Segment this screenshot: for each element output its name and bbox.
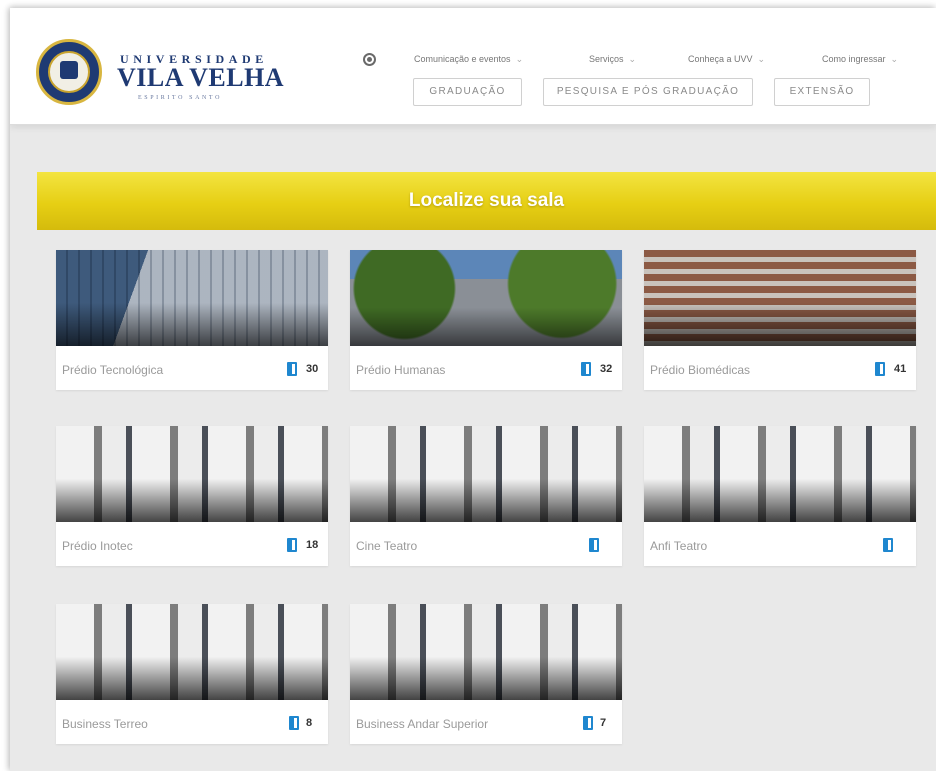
building-photo xyxy=(56,250,328,346)
building-card-biomedicas[interactable]: Prédio Biomédicas 41 xyxy=(644,250,916,390)
door-icon xyxy=(589,538,599,552)
building-name: Anfi Teatro xyxy=(650,539,708,553)
logo-main-text[interactable]: VILA VELHA xyxy=(117,63,284,93)
door-icon xyxy=(289,716,299,730)
building-card-cine-teatro[interactable]: Cine Teatro xyxy=(350,426,622,566)
building-photo xyxy=(644,426,916,522)
door-icon xyxy=(581,362,591,376)
room-count: 7 xyxy=(600,717,607,729)
building-name: Business Andar Superior xyxy=(356,717,489,731)
topnav-label: Comunicação e eventos xyxy=(414,54,511,64)
building-name: Business Terreo xyxy=(62,717,148,731)
door-icon xyxy=(583,716,593,730)
building-name: Prédio Tecnológica xyxy=(62,363,164,377)
building-photo xyxy=(350,250,622,346)
site-header: UNIVERSIDADE VILA VELHA ESPIRITO SANTO C… xyxy=(10,8,936,125)
building-name: Cine Teatro xyxy=(356,539,418,553)
building-card-humanas[interactable]: Prédio Humanas 32 xyxy=(350,250,622,390)
chevron-down-icon: ⌄ xyxy=(890,54,899,64)
home-icon[interactable] xyxy=(363,53,376,66)
chevron-down-icon: ⌄ xyxy=(628,54,637,64)
topnav-label: Como ingressar xyxy=(822,54,886,64)
door-icon xyxy=(875,362,885,376)
logo-sub-text: ESPIRITO SANTO xyxy=(138,95,223,101)
building-card-tecnologica[interactable]: Prédio Tecnológica 30 xyxy=(56,250,328,390)
building-photo xyxy=(56,426,328,522)
building-card-business-andar-superior[interactable]: Business Andar Superior 7 xyxy=(350,604,622,744)
door-icon xyxy=(287,538,297,552)
topnav-ingressar[interactable]: Como ingressar ⌄ xyxy=(822,54,898,65)
door-icon xyxy=(883,538,893,552)
room-count: 18 xyxy=(306,539,319,551)
building-card-anfi-teatro[interactable]: Anfi Teatro xyxy=(644,426,916,566)
room-count: 32 xyxy=(600,363,613,375)
topnav-label: Conheça a UVV xyxy=(688,54,753,64)
topnav-label: Serviços xyxy=(589,54,624,64)
building-photo xyxy=(56,604,328,700)
topnav-servicos[interactable]: Serviços ⌄ xyxy=(589,54,636,65)
building-card-business-terreo[interactable]: Business Terreo 8 xyxy=(56,604,328,744)
seal-inner xyxy=(48,51,90,93)
extensao-button[interactable]: EXTENSÃO xyxy=(774,78,870,106)
room-count: 30 xyxy=(306,363,319,375)
room-count: 8 xyxy=(306,717,313,729)
building-photo xyxy=(350,604,622,700)
seal-emblem-icon xyxy=(60,61,78,79)
building-name: Prédio Inotec xyxy=(62,539,133,553)
localize-sala-banner: Localize sua sala xyxy=(37,172,936,230)
building-name: Prédio Biomédicas xyxy=(650,363,751,377)
page-frame: UNIVERSIDADE VILA VELHA ESPIRITO SANTO C… xyxy=(10,8,936,771)
topnav-comunicacao[interactable]: Comunicação e eventos ⌄ xyxy=(414,54,523,65)
room-count: 41 xyxy=(894,363,907,375)
university-seal-logo[interactable] xyxy=(36,39,102,105)
topnav-conheca[interactable]: Conheça a UVV ⌄ xyxy=(688,54,765,65)
building-photo xyxy=(350,426,622,522)
chevron-down-icon: ⌄ xyxy=(757,54,766,64)
building-name: Prédio Humanas xyxy=(356,363,446,377)
door-icon xyxy=(287,362,297,376)
chevron-down-icon: ⌄ xyxy=(515,54,524,64)
graduacao-button[interactable]: GRADUAÇÃO xyxy=(413,78,522,106)
building-photo xyxy=(644,250,916,346)
building-card-inotec[interactable]: Prédio Inotec 18 xyxy=(56,426,328,566)
pesquisa-pos-graduacao-button[interactable]: PESQUISA E PÓS GRADUAÇÃO xyxy=(543,78,753,106)
